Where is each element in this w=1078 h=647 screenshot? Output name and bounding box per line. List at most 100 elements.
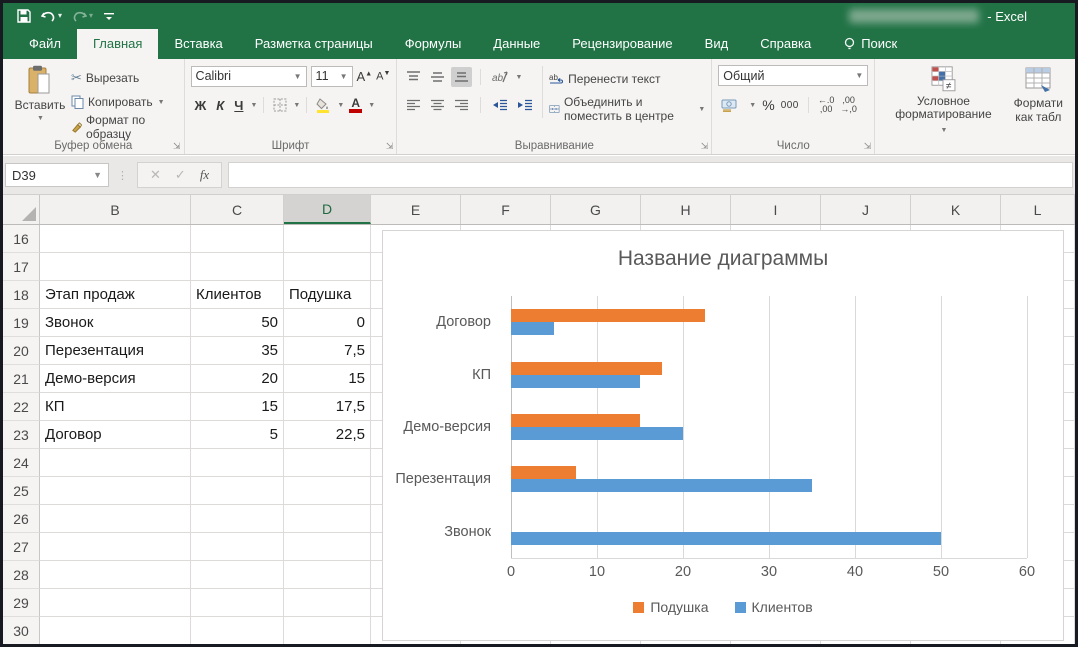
cell-D20[interactable]: 7,5 <box>284 337 371 365</box>
format-as-table-button[interactable]: Форматикак табл <box>1008 63 1069 138</box>
cell-C16[interactable] <box>191 225 284 253</box>
number-format-combo[interactable]: Общий▼ <box>718 65 868 86</box>
tab-справка[interactable]: Справка <box>744 29 827 59</box>
cell-B25[interactable] <box>40 477 191 505</box>
cell-C18[interactable]: Клиентов <box>191 281 284 309</box>
format-painter-button[interactable]: Формат по образцу <box>71 116 178 138</box>
cell-B21[interactable]: Демо-версия <box>40 365 191 393</box>
font-color-button[interactable]: А <box>346 95 365 115</box>
column-header-B[interactable]: B <box>40 195 191 224</box>
chart-legend[interactable]: Подушка Клиентов <box>383 599 1063 615</box>
cell-C26[interactable] <box>191 505 284 533</box>
undo-dropdown-caret[interactable]: ▾ <box>58 12 62 20</box>
formula-input[interactable] <box>228 162 1073 188</box>
cell-C22[interactable]: 15 <box>191 393 284 421</box>
fill-color-caret[interactable]: ▼ <box>337 102 344 109</box>
cell-D29[interactable] <box>284 589 371 617</box>
column-header-D[interactable]: D <box>284 195 371 224</box>
column-header-J[interactable]: J <box>821 195 911 224</box>
cell-C23[interactable]: 5 <box>191 421 284 449</box>
font-size-combo[interactable]: 11▼ <box>311 66 353 87</box>
orientation-button[interactable]: ab <box>489 67 511 87</box>
cut-button[interactable]: ✂ Вырезать <box>71 67 178 89</box>
clipboard-dialog-launcher[interactable]: ⇲ <box>173 141 181 152</box>
orientation-caret[interactable]: ▼ <box>515 74 522 81</box>
row-header-19[interactable]: 19 <box>3 309 40 337</box>
merge-center-caret[interactable]: ▼ <box>698 106 705 113</box>
align-right-button[interactable] <box>451 95 472 115</box>
row-header-29[interactable]: 29 <box>3 589 40 617</box>
redo-dropdown-caret[interactable]: ▾ <box>89 12 93 20</box>
cell-D27[interactable] <box>284 533 371 561</box>
cell-D19[interactable]: 0 <box>284 309 371 337</box>
borders-button[interactable] <box>270 95 290 115</box>
conditional-formatting-button[interactable]: ≠ Условноеформатирование ▼ <box>889 63 997 138</box>
fill-color-button[interactable] <box>313 95 334 115</box>
tab-поиск[interactable]: Поиск <box>827 29 913 59</box>
enter-icon[interactable]: ✓ <box>175 167 186 183</box>
cell-C24[interactable] <box>191 449 284 477</box>
row-header-30[interactable]: 30 <box>3 617 40 644</box>
cell-B17[interactable] <box>40 253 191 281</box>
paste-dropdown-caret[interactable]: ▼ <box>37 115 44 122</box>
bar-клиентов-3[interactable] <box>511 427 683 440</box>
cancel-icon[interactable]: ✕ <box>150 167 161 183</box>
cell-C28[interactable] <box>191 561 284 589</box>
tab-разметка-страницы[interactable]: Разметка страницы <box>239 29 389 59</box>
align-middle-button[interactable] <box>427 67 448 87</box>
cell-B20[interactable]: Перезентация <box>40 337 191 365</box>
chart[interactable]: Название диаграммы 0102030405060ДоговорК… <box>382 230 1064 641</box>
borders-caret[interactable]: ▼ <box>293 102 300 109</box>
cell-D23[interactable]: 22,5 <box>284 421 371 449</box>
tab-вставка[interactable]: Вставка <box>158 29 238 59</box>
undo-button[interactable]: ▾ <box>41 10 62 23</box>
column-header-C[interactable]: C <box>191 195 284 224</box>
italic-button[interactable]: К <box>212 98 228 113</box>
alignment-dialog-launcher[interactable]: ⇲ <box>701 141 709 152</box>
legend-item-клиентов[interactable]: Клиентов <box>735 599 813 615</box>
row-header-23[interactable]: 23 <box>3 421 40 449</box>
column-header-L[interactable]: L <box>1001 195 1075 224</box>
row-header-27[interactable]: 27 <box>3 533 40 561</box>
bar-подушка-1[interactable] <box>511 309 705 322</box>
column-header-H[interactable]: H <box>641 195 731 224</box>
comma-style-button[interactable]: 000 <box>781 100 799 111</box>
cell-D22[interactable]: 17,5 <box>284 393 371 421</box>
cell-B28[interactable] <box>40 561 191 589</box>
column-header-G[interactable]: G <box>551 195 641 224</box>
cell-C30[interactable] <box>191 617 284 644</box>
percent-style-button[interactable]: % <box>762 97 774 113</box>
row-header-20[interactable]: 20 <box>3 337 40 365</box>
customize-quick-access-button[interactable] <box>103 10 115 22</box>
row-header-18[interactable]: 18 <box>3 281 40 309</box>
copy-button[interactable]: Копировать ▼ <box>71 92 178 114</box>
font-color-caret[interactable]: ▼ <box>368 102 375 109</box>
paste-button[interactable]: Вставить ▼ <box>9 63 71 138</box>
cell-B30[interactable] <box>40 617 191 644</box>
bar-подушка-4[interactable] <box>511 466 576 479</box>
decrease-indent-button[interactable] <box>489 95 511 115</box>
bar-клиентов-5[interactable] <box>511 532 941 545</box>
bold-button[interactable]: Ж <box>191 98 211 113</box>
decrease-decimal-button[interactable]: ,00→,0 <box>840 96 857 114</box>
row-header-21[interactable]: 21 <box>3 365 40 393</box>
cell-C25[interactable] <box>191 477 284 505</box>
decrease-font-button[interactable]: A▼ <box>376 70 390 83</box>
bar-подушка-2[interactable] <box>511 362 662 375</box>
legend-item-подушка[interactable]: Подушка <box>633 599 708 615</box>
align-top-button[interactable] <box>403 67 424 87</box>
cell-B18[interactable]: Этап продаж <box>40 281 191 309</box>
row-header-24[interactable]: 24 <box>3 449 40 477</box>
cell-D24[interactable] <box>284 449 371 477</box>
wrap-text-button[interactable]: ab Перенести текст <box>549 68 705 90</box>
underline-caret[interactable]: ▼ <box>250 102 257 109</box>
cell-C20[interactable]: 35 <box>191 337 284 365</box>
bar-клиентов-1[interactable] <box>511 322 554 335</box>
cell-C19[interactable]: 50 <box>191 309 284 337</box>
column-header-K[interactable]: K <box>911 195 1001 224</box>
increase-font-button[interactable]: A▲ <box>357 69 373 84</box>
cell-C27[interactable] <box>191 533 284 561</box>
tab-вид[interactable]: Вид <box>689 29 745 59</box>
cell-C29[interactable] <box>191 589 284 617</box>
tab-данные[interactable]: Данные <box>477 29 556 59</box>
